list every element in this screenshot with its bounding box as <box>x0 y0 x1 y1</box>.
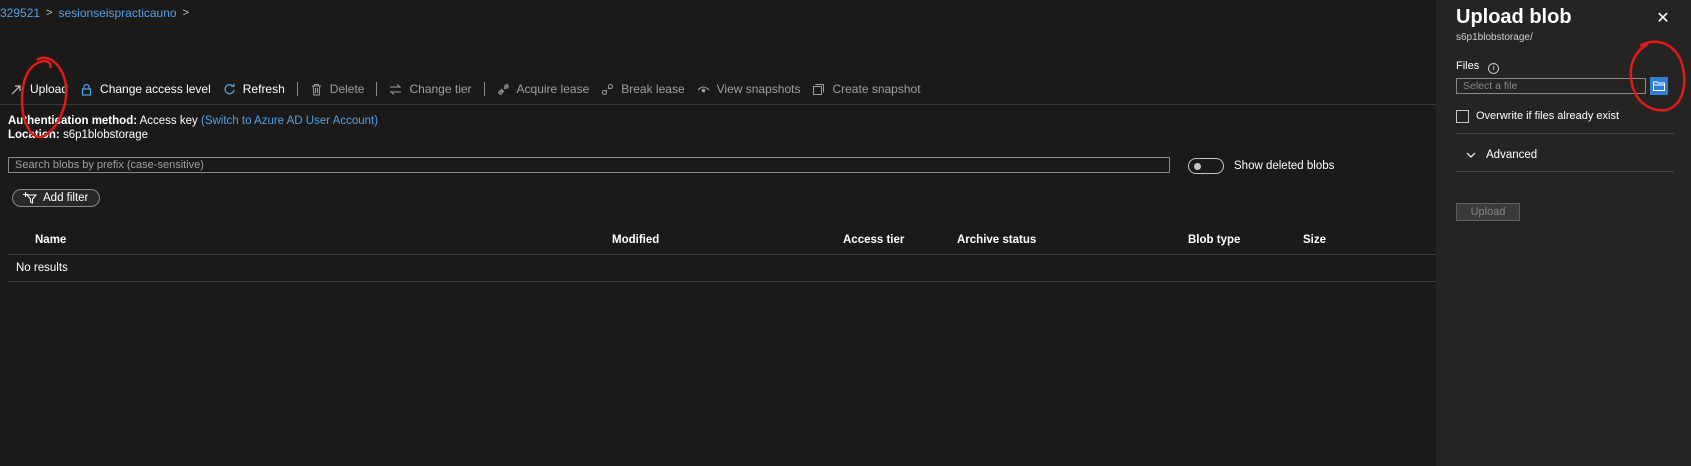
command-bar: Upload Change access level Refresh Delet… <box>10 78 1435 100</box>
break-lease-label: Break lease <box>621 82 685 96</box>
toolbar-divider <box>296 82 298 96</box>
panel-subtitle: s6p1blobstorage/ <box>1456 32 1533 43</box>
breadcrumb-item-container[interactable]: sesionseispracticauno <box>58 6 176 20</box>
acquire-lease-button[interactable]: Acquire lease <box>497 82 590 96</box>
container-info: Authentication method: Access key (Switc… <box>8 114 378 142</box>
change-access-level-label: Change access level <box>100 82 211 96</box>
chevron-right-icon: > <box>182 7 189 19</box>
close-icon[interactable]: ✕ <box>1652 8 1674 30</box>
column-archive-status[interactable]: Archive status <box>957 234 1036 246</box>
lock-icon <box>81 83 92 96</box>
files-label-text: Files <box>1456 60 1480 72</box>
search-input[interactable] <box>8 157 1170 173</box>
switch-auth-link[interactable]: (Switch to Azure AD User Account) <box>201 115 378 127</box>
create-snapshot-button[interactable]: Create snapshot <box>812 82 921 96</box>
trash-icon <box>311 83 321 95</box>
upload-button[interactable]: Upload <box>10 82 68 96</box>
auth-method-row: Authentication method: Access key (Switc… <box>8 114 378 128</box>
refresh-label: Refresh <box>242 82 285 96</box>
view-snapshots-button[interactable]: View snapshots <box>697 82 801 96</box>
toggle-knob <box>1194 163 1201 170</box>
show-deleted-toggle[interactable] <box>1188 158 1224 174</box>
refresh-icon <box>224 83 235 94</box>
change-tier-label: Change tier <box>409 82 472 96</box>
toolbar-divider <box>376 82 378 96</box>
info-icon[interactable]: i <box>1488 63 1500 74</box>
broken-link-icon <box>602 83 614 95</box>
acquire-lease-label: Acquire lease <box>516 82 590 96</box>
toolbar-divider-line <box>0 104 1436 105</box>
break-lease-button[interactable]: Break lease <box>601 82 685 96</box>
change-tier-button[interactable]: Change tier <box>389 82 472 96</box>
location-row: Location: s6p1blobstorage <box>8 128 378 142</box>
breadcrumb-item-account[interactable]: 329521 <box>0 6 40 20</box>
empty-state-text: No results <box>16 262 68 274</box>
location-value: s6p1blobstorage <box>62 129 148 141</box>
column-blob-type[interactable]: Blob type <box>1188 234 1240 246</box>
upload-button-label: Upload <box>30 82 69 96</box>
chevron-down-icon <box>1466 152 1476 158</box>
panel-title: Upload blob <box>1456 6 1572 28</box>
browse-files-button[interactable] <box>1650 77 1668 95</box>
table-header-divider <box>8 254 1436 255</box>
toolbar-divider <box>483 82 485 96</box>
location-label: Location: <box>8 129 60 141</box>
upload-blob-panel: Upload blob ✕ s6p1blobstorage/ Files i O… <box>1436 0 1691 466</box>
link-icon <box>497 83 509 95</box>
column-name[interactable]: Name <box>35 234 66 246</box>
swap-icon <box>390 83 402 95</box>
snapshot-icon <box>813 83 825 95</box>
create-snapshot-label: Create snapshot <box>832 82 921 96</box>
table-header: Name Modified Access tier Archive status… <box>0 228 1436 254</box>
overwrite-checkbox[interactable] <box>1456 110 1469 123</box>
add-filter-label: Add filter <box>43 192 89 204</box>
chevron-right-icon: > <box>46 7 53 19</box>
column-modified[interactable]: Modified <box>612 234 659 246</box>
refresh-button[interactable]: Refresh <box>223 82 285 96</box>
overwrite-label: Overwrite if files already exist <box>1476 110 1620 122</box>
filter-add-icon <box>23 192 37 204</box>
show-deleted-label: Show deleted blobs <box>1234 160 1335 172</box>
panel-divider <box>1456 171 1674 172</box>
files-field-label: Files i <box>1456 60 1500 74</box>
delete-button[interactable]: Delete <box>310 82 365 96</box>
add-filter-button[interactable]: Add filter <box>12 189 100 207</box>
delete-label: Delete <box>329 82 365 96</box>
auth-method-label: Authentication method: <box>8 115 138 127</box>
eye-icon <box>697 85 710 92</box>
file-select-input[interactable] <box>1456 78 1646 94</box>
breadcrumb: 329521 > sesionseispracticauno > <box>0 4 195 22</box>
auth-method-value: Access key <box>139 115 198 127</box>
column-access-tier[interactable]: Access tier <box>843 234 904 246</box>
view-snapshots-label: View snapshots <box>716 82 801 96</box>
advanced-label: Advanced <box>1486 149 1538 161</box>
panel-divider <box>1456 133 1674 134</box>
upload-submit-button[interactable]: Upload <box>1456 203 1520 221</box>
table-row-divider <box>8 281 1436 282</box>
advanced-section-toggle[interactable]: Advanced <box>1466 149 1537 161</box>
change-access-level-button[interactable]: Change access level <box>80 82 211 96</box>
upload-icon <box>11 84 21 94</box>
folder-icon <box>1653 81 1665 91</box>
column-size[interactable]: Size <box>1303 234 1326 246</box>
